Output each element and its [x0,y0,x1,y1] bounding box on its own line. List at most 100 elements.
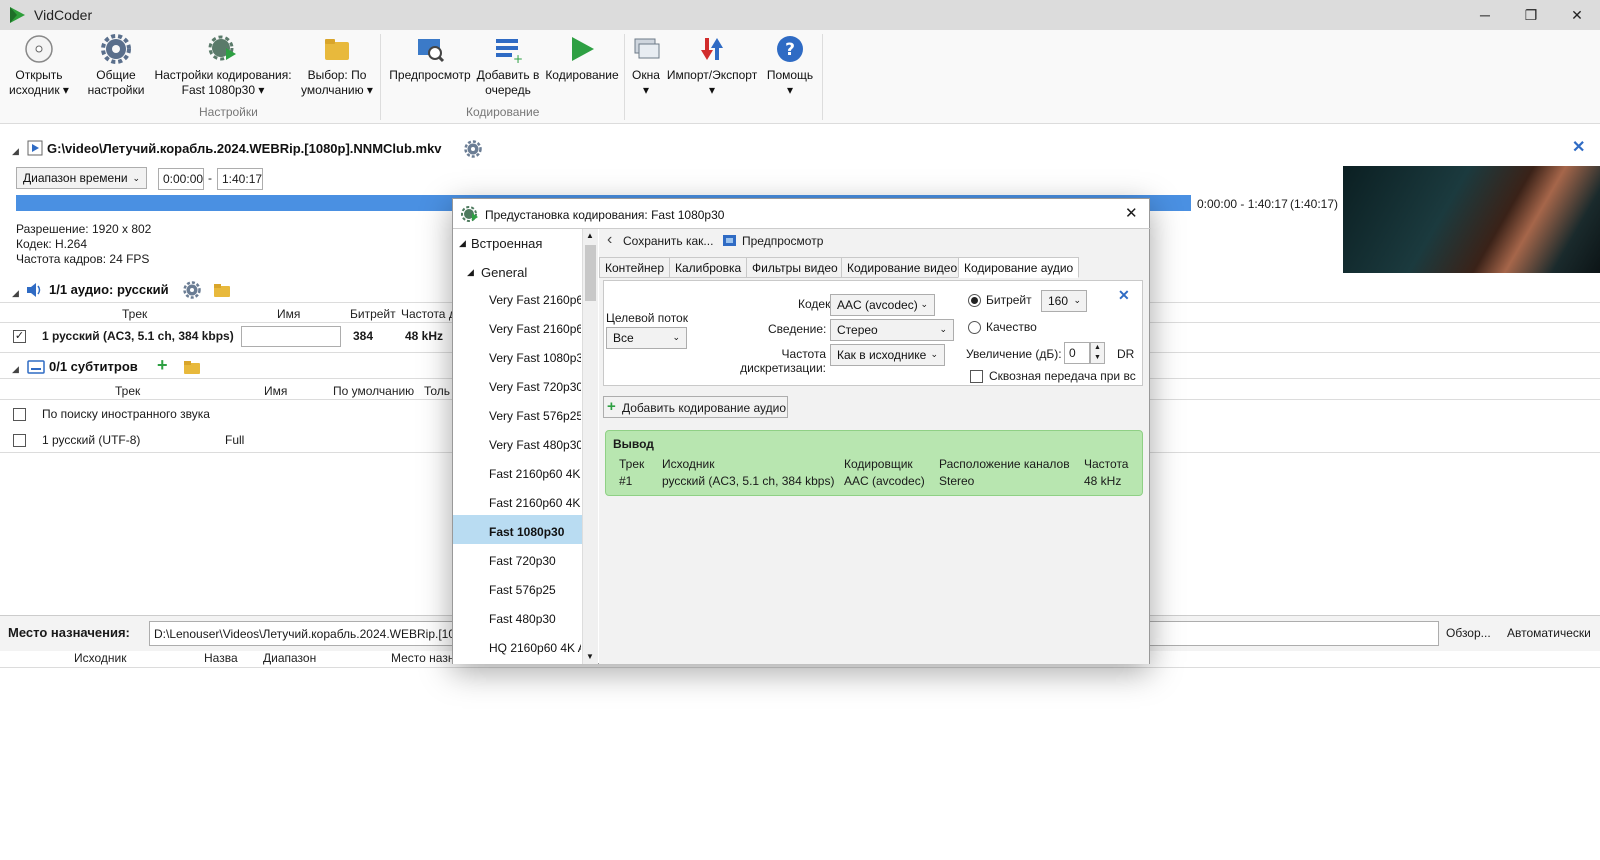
audio-folder-icon[interactable] [213,281,231,299]
import-export-button[interactable]: Импорт/Экспорт ▾ [664,34,760,98]
tab-video-encoding[interactable]: Кодирование видео [841,257,964,278]
subtitle-folder-icon[interactable] [183,358,201,376]
gain-input[interactable]: 0 [1064,342,1090,364]
preset-item[interactable]: Very Fast 1080p30 [489,351,581,365]
output-summary: Вывод Трек Исходник Кодировщик Расположе… [605,430,1143,496]
preset-item[interactable]: Fast 576p25 [489,583,581,597]
add-to-queue-button[interactable]: + Добавить в очередь [474,34,542,98]
preset-item[interactable]: Fast 480p30 [489,612,581,626]
encode-button[interactable]: Кодирование [542,34,622,83]
range-mode-dropdown[interactable]: Диапазон времени ⌄ [16,167,147,189]
gain-stepper[interactable]: ▲ ▼ [1090,342,1105,364]
range-start-input[interactable]: 0:00:00 [158,168,204,190]
save-as-button[interactable]: Сохранить как... [623,234,713,248]
remove-audio-icon[interactable]: ✕ [1118,287,1130,304]
auto-button[interactable]: Автоматически [1507,626,1591,640]
gain-label: Увеличение (дБ): [966,347,1062,361]
audio-encoding-box: Целевой поток Все ⌄ Кодек: AAC (avcodec) ⌄… [603,280,1143,386]
destination-label: Место назначения: [8,625,130,640]
audio-settings-gear-icon[interactable] [183,281,201,299]
collapse-audio-toggle[interactable]: ◢ [12,285,19,299]
windows-button[interactable]: Окна ▾ [628,34,664,98]
quality-label: Качество [986,320,1037,334]
preset-item[interactable]: Fast 720p30 [489,554,581,568]
maximize-button[interactable]: ❐ [1508,0,1554,30]
output-title: Вывод [613,437,654,451]
source-path: G:\video\Летучий.корабль.2024.WEBRip.[10… [47,141,442,156]
help-button[interactable]: ? Помощь ▾ [762,34,818,98]
tab-audio-encoding[interactable]: Кодирование аудио [958,257,1080,278]
builtin-toggle[interactable]: ◢ [459,238,466,249]
bitrate-radio[interactable] [968,294,981,307]
mixdown-dropdown[interactable]: Стерео ⌄ [830,319,954,341]
drc-label: DR [1117,347,1135,361]
preset-item[interactable]: HQ 2160p60 4K A [489,641,581,655]
tab-video-filters[interactable]: Фильтры видео [746,257,844,278]
samplerate-dropdown[interactable]: Как в исходнике ⌄ [830,344,945,366]
back-arrow-icon[interactable]: ‹ [607,231,612,249]
add-subtitle-icon[interactable]: + [157,355,168,376]
subs-col-name: Имя [264,384,288,398]
audio-track-name-input[interactable] [241,326,341,347]
bitrate-dropdown[interactable]: 160 ⌄ [1041,290,1087,312]
mixdown-label: Сведение: [768,322,827,336]
source-settings-gear-icon[interactable] [464,140,482,158]
subtitle-row-track: По поиску иностранного звука [42,407,210,421]
passthru-label: Сквозная передача при вс [989,369,1136,383]
subtitle-row-checkbox[interactable] [13,408,26,421]
open-source-button[interactable]: Открыть исходник ▾ [6,34,72,98]
preset-list-scrollbar[interactable]: ▲ ▼ [582,229,598,664]
title-bar: VidCoder ─ ❐ ✕ [0,0,1600,30]
subtitle-row-checkbox[interactable] [13,434,26,447]
dialog-close-button[interactable]: ✕ [1125,204,1138,222]
subs-col-default: По умолчанию [333,384,415,398]
browse-button[interactable]: Обзор... [1446,626,1491,640]
minimize-button[interactable]: ─ [1462,0,1508,30]
audio-track-checkbox[interactable]: ✓ [13,330,26,343]
video-file-icon [27,140,43,156]
preset-list: ◢ Встроенная ◢ General Very Fast 2160p60… [453,229,598,664]
preview-magnifier-icon [418,39,445,63]
svg-text:?: ? [785,40,795,60]
time-duration-label: (1:40:17) [1290,197,1339,211]
scroll-thumb[interactable] [585,245,596,301]
samplerate-label: Частота дискретизации: [740,347,826,375]
ribbon-group-encoding: Кодирование [466,105,540,119]
subs-col-track: Трек [115,384,141,398]
divider [0,667,1600,668]
help-icon: ? [777,36,803,62]
close-window-button[interactable]: ✕ [1554,0,1600,30]
preset-item[interactable]: Fast 2160p60 4K [489,496,581,510]
audio-track-rate: 48 kHz [405,329,444,343]
codec-dropdown[interactable]: AAC (avcodec) ⌄ [830,294,935,316]
output-encoder: AAC (avcodec) [844,474,925,488]
collapse-subtitles-toggle[interactable]: ◢ [12,361,19,375]
subtitle-row-name: Full [225,433,245,447]
close-source-icon[interactable]: ✕ [1572,137,1585,157]
preset-item[interactable]: Very Fast 720p30 [489,380,581,394]
passthru-checkbox[interactable] [970,370,983,383]
encoding-settings-button[interactable]: Настройки кодирования: Fast 1080p30 ▾ [152,34,294,98]
add-audio-encoding-button[interactable]: + Добавить кодирование аудио [603,396,788,418]
collapse-source-toggle[interactable]: ◢ [12,143,19,157]
tab-sizing[interactable]: Калибровка [669,257,748,278]
preset-item[interactable]: Fast 2160p60 4K [489,467,581,481]
scroll-up-icon[interactable]: ▲ [586,231,594,240]
quality-radio[interactable] [968,321,981,334]
target-stream-dropdown[interactable]: Все ⌄ [606,327,687,349]
preset-item[interactable]: Very Fast 576p25 [489,409,581,423]
tab-container[interactable]: Контейнер [599,257,671,278]
preset-item[interactable]: Very Fast 480p30 [489,438,581,452]
general-toggle[interactable]: ◢ [467,267,474,278]
preset-item[interactable]: Very Fast 2160p60 [489,293,581,307]
general-settings-button[interactable]: Общие настройки [80,34,152,98]
range-end-input[interactable]: 1:40:17 [217,168,263,190]
preview-button[interactable]: Предпросмотр [386,34,474,83]
default-choice-button[interactable]: Выбор: По умолчанию ▾ [298,34,376,98]
scroll-down-icon[interactable]: ▼ [586,652,594,661]
dialog-preview-button[interactable]: Предпросмотр [742,234,823,248]
preset-item-selected[interactable]: Fast 1080p30 [489,525,581,539]
preset-item[interactable]: Very Fast 2160p60 [489,322,581,336]
video-preview-thumbnail[interactable] [1343,166,1600,273]
import-export-icon [701,38,723,60]
